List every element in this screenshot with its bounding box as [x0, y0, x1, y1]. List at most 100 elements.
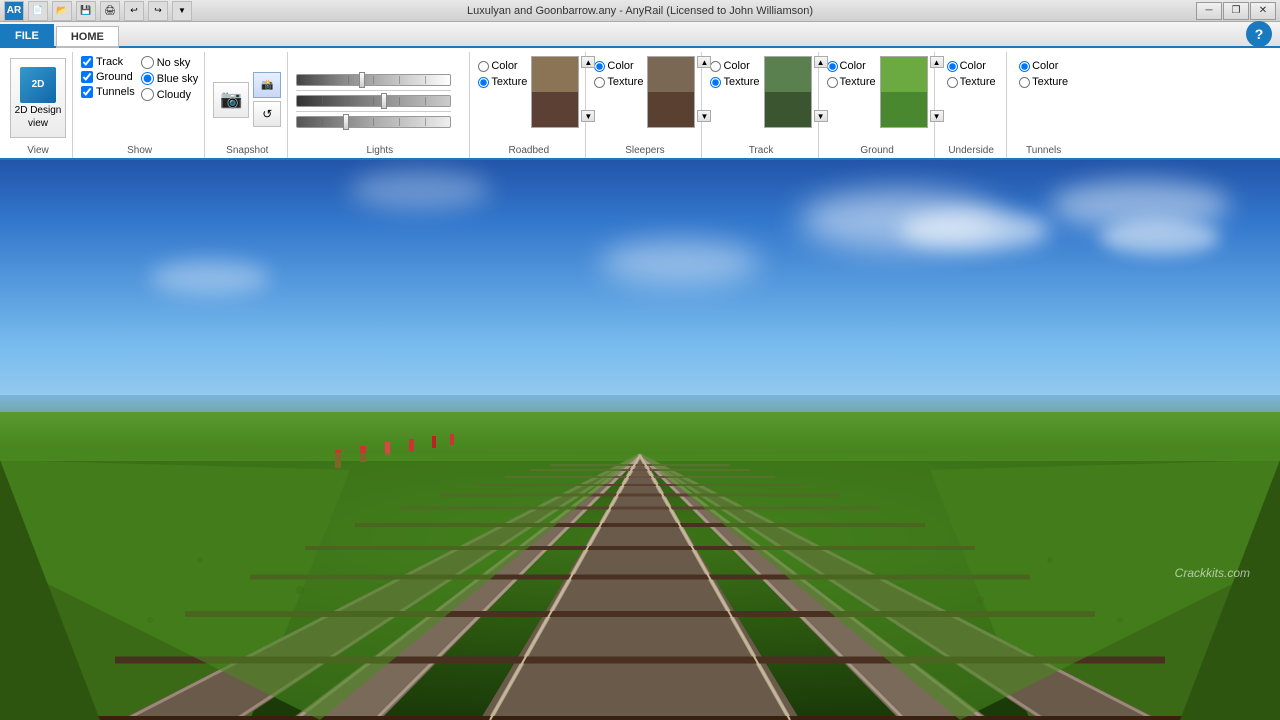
- snapshot-group-label: Snapshot: [226, 143, 268, 156]
- roadbed-texture-radio[interactable]: [478, 77, 489, 88]
- roadbed-texture-label: Texture: [491, 76, 527, 88]
- tunnels-content: Color Texture: [1019, 52, 1068, 143]
- view-button-label1: 2D Design: [15, 105, 62, 116]
- close-button[interactable]: ✕: [1250, 2, 1276, 20]
- track-color-row: Color: [710, 60, 759, 72]
- ribbon-group-view: 2D 2D Design view View: [4, 52, 73, 158]
- quick-access-toolbar: AR 📄 📂 💾 🖨 ↩ ↪ ▼: [4, 1, 192, 21]
- underside-color-radio[interactable]: [947, 61, 958, 72]
- cursor-position: [633, 615, 641, 623]
- sleepers-radios: Color Texture: [594, 56, 643, 88]
- mark2: [348, 76, 349, 84]
- track-tex-bot: [765, 92, 811, 127]
- open-button[interactable]: 📂: [52, 1, 72, 21]
- slider-2-thumb[interactable]: [381, 93, 387, 109]
- snapshot-small-btn1[interactable]: 📸: [253, 72, 281, 98]
- light-slider-3[interactable]: [296, 116, 451, 128]
- track-checkbox[interactable]: [81, 56, 93, 68]
- track-tex-up[interactable]: ▲: [814, 56, 828, 68]
- underside-texture-radio[interactable]: [947, 77, 958, 88]
- ground-color-label: Color: [840, 60, 866, 72]
- tunnels-label: Tunnels: [96, 86, 135, 98]
- track-texture-label: Texture: [723, 76, 759, 88]
- underside-color-row: Color: [947, 60, 996, 72]
- track-group-label: Track: [749, 143, 774, 156]
- roadbed-color-radio[interactable]: [478, 61, 489, 72]
- 2d-design-view-button[interactable]: 2D 2D Design view: [10, 58, 66, 138]
- 3d-viewport[interactable]: Crackkits.com: [0, 160, 1280, 720]
- undo-button[interactable]: ↩: [124, 1, 144, 21]
- show-group-label: Show: [127, 143, 152, 156]
- roadbed-content: Color Texture ▲ ▼: [478, 52, 579, 143]
- sleepers-texture-preview: [647, 56, 695, 128]
- light-slider-2[interactable]: [296, 95, 451, 107]
- ribbon-group-underside: Color Texture Underside: [937, 52, 1007, 158]
- ground-texture-preview-wrapper: ▲ ▼: [880, 56, 928, 128]
- ground-checkbox[interactable]: [81, 71, 93, 83]
- sleepers-texture-row: Texture: [594, 76, 643, 88]
- sleepers-group-label: Sleepers: [625, 143, 664, 156]
- track-svg: [0, 160, 1280, 720]
- ground-color-radio[interactable]: [827, 61, 838, 72]
- ground-checkbox-row: Ground: [81, 71, 135, 83]
- tunnels-color-radio[interactable]: [1019, 61, 1030, 72]
- slider-marks: [297, 75, 450, 85]
- signal-4: [409, 439, 414, 452]
- restore-button[interactable]: ❐: [1223, 2, 1249, 20]
- snapshot-small-btn2[interactable]: ↺: [253, 101, 281, 127]
- no-sky-radio[interactable]: [141, 56, 154, 69]
- roadbed-tex-down[interactable]: ▼: [581, 110, 595, 122]
- slider-3-thumb[interactable]: [343, 114, 349, 130]
- track-tex-down[interactable]: ▼: [814, 110, 828, 122]
- ground-label: Ground: [96, 71, 133, 83]
- minimize-button[interactable]: ─: [1196, 2, 1222, 20]
- underside-texture-row: Texture: [947, 76, 996, 88]
- ground-tex-up[interactable]: ▲: [930, 56, 944, 68]
- no-sky-label: No sky: [157, 57, 191, 69]
- tab-home[interactable]: HOME: [56, 26, 119, 48]
- blue-sky-radio[interactable]: [141, 72, 154, 85]
- sleepers-texture-radio[interactable]: [594, 77, 605, 88]
- view-group-content: 2D 2D Design view: [10, 52, 66, 143]
- track-texture-radio[interactable]: [710, 77, 721, 88]
- new-button[interactable]: 📄: [28, 1, 48, 21]
- ground-texture-radio[interactable]: [827, 77, 838, 88]
- sleepers-texture-preview-wrapper: ▲ ▼: [647, 56, 695, 128]
- track-content: Color Texture ▲ ▼: [710, 52, 811, 143]
- tab-file[interactable]: FILE: [0, 24, 54, 46]
- cloudy-label: Cloudy: [157, 89, 191, 101]
- roadbed-color-row: Color: [478, 60, 527, 72]
- print-button[interactable]: 🖨: [100, 1, 120, 21]
- ground-tex-bot: [881, 92, 927, 127]
- slider-1-thumb[interactable]: [359, 72, 365, 88]
- mark2-4: [399, 97, 400, 105]
- grass-dot-3: [147, 617, 153, 623]
- slider3-marks: [297, 117, 450, 127]
- ground-texture-row: Texture: [827, 76, 876, 88]
- mark1: [322, 76, 323, 84]
- camera-button[interactable]: 📷: [213, 82, 249, 118]
- sleepers-tex-down[interactable]: ▼: [697, 110, 711, 122]
- redo-button[interactable]: ↪: [148, 1, 168, 21]
- ribbon-group-lights: Lights: [290, 52, 470, 158]
- tunnels-color-row: Color: [1019, 60, 1068, 72]
- sleepers-tex-up[interactable]: ▲: [697, 56, 711, 68]
- help-button[interactable]: ?: [1246, 21, 1272, 47]
- track-tex-arrows: ▲ ▼: [814, 56, 828, 122]
- dropdown-button[interactable]: ▼: [172, 1, 192, 21]
- ground-tex-down[interactable]: ▼: [930, 110, 944, 122]
- roadbed-tex-up[interactable]: ▲: [581, 56, 595, 68]
- track-color-radio[interactable]: [710, 61, 721, 72]
- sleepers-content: Color Texture ▲ ▼: [594, 52, 695, 143]
- sleepers-color-radio[interactable]: [594, 61, 605, 72]
- blue-sky-radio-row: Blue sky: [141, 72, 199, 85]
- ribbon-group-sleepers: Color Texture ▲ ▼ Sleepers: [588, 52, 702, 158]
- ground-content: Color Texture ▲ ▼: [827, 52, 928, 143]
- tunnels-texture-radio[interactable]: [1019, 77, 1030, 88]
- light-slider-1[interactable]: [296, 74, 451, 86]
- tunnels-checkbox-row: Tunnels: [81, 86, 135, 98]
- signal-6: [450, 434, 454, 445]
- cloudy-radio[interactable]: [141, 88, 154, 101]
- tunnels-checkbox[interactable]: [81, 86, 93, 98]
- save-button[interactable]: 💾: [76, 1, 96, 21]
